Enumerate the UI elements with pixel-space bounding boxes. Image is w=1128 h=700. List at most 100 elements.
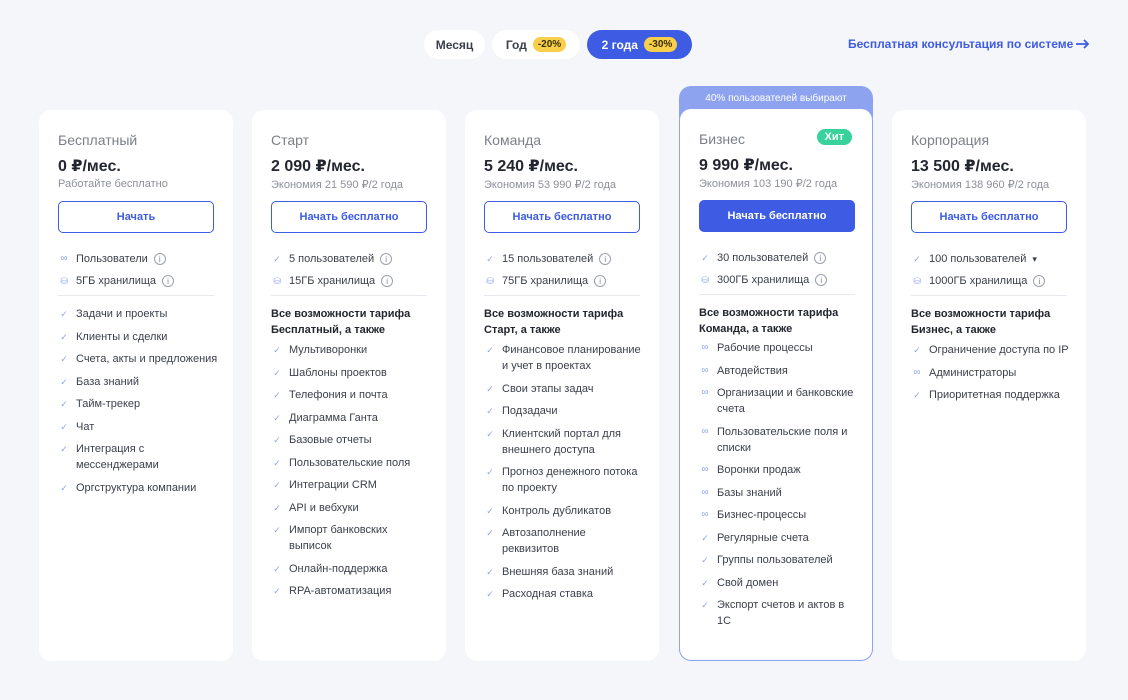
feature-item: ✓ Счета, акты и предложения <box>58 351 218 367</box>
plan-card-free: Бесплатный 0 ₽/мес. Работайте бесплатно Нач… <box>39 110 233 661</box>
start-plan-button[interactable]: Начать бесплатно <box>911 201 1067 233</box>
feature-label: Внешняя база знаний <box>502 565 614 578</box>
check-icon: ✓ <box>60 309 68 319</box>
discount-badge: -30% <box>643 37 678 52</box>
info-icon[interactable]: i <box>594 275 607 287</box>
chevron-down-icon[interactable]: ▾ <box>1032 254 1037 265</box>
check-icon: ✓ <box>913 254 921 264</box>
info-icon[interactable]: i <box>815 274 828 286</box>
info-icon[interactable]: i <box>153 253 166 265</box>
check-icon: ✓ <box>486 383 494 394</box>
check-icon: ✓ <box>486 428 494 439</box>
info-icon[interactable]: i <box>380 253 393 265</box>
plan-price: 2 090 ₽/мес. <box>271 158 365 175</box>
check-icon: ✓ <box>60 444 68 454</box>
infinity-icon: ∞ <box>701 509 709 520</box>
divider <box>911 295 1067 296</box>
feature-label: Пользовательские поля и списки <box>717 425 848 454</box>
plan-price: 13 500 ₽/мес. <box>911 158 1014 175</box>
feature-item: ✓ Мультиворонки <box>271 342 431 358</box>
check-icon: ✓ <box>486 589 494 599</box>
feature-item: ✓ Автозаполнение реквизитов <box>484 525 644 557</box>
feature-item: ✓ Интеграция с мессенджерами <box>58 441 218 473</box>
divider <box>58 295 214 296</box>
feature-label: Ограничение доступа по IP <box>929 344 1069 356</box>
check-icon: ✓ <box>60 376 68 387</box>
plan-limits: ✓ 100 пользователей ▾ ⛁ 1000ГБ хранилища i <box>911 248 1071 292</box>
hit-badge: Хит <box>816 129 852 145</box>
feature-item: ✓ Телефония и почта <box>271 387 431 403</box>
check-icon: ✓ <box>60 331 68 342</box>
infinity-icon: ∞ <box>913 366 921 378</box>
check-icon: ✓ <box>60 421 68 432</box>
feature-item: ✓ Чат <box>58 419 218 435</box>
start-plan-button[interactable]: Начать бесплатно <box>699 200 855 232</box>
check-icon: ✓ <box>273 254 281 264</box>
feature-item: ∞ Рабочие процессы <box>699 340 859 356</box>
infinity-icon: ∞ <box>701 364 709 376</box>
info-icon[interactable]: i <box>162 275 175 287</box>
plan-savings-note: Работайте бесплатно <box>58 178 168 190</box>
start-plan-button[interactable]: Начать <box>58 201 214 233</box>
feature-item: ✓ Финансовое планирование и учет в проект… <box>484 342 644 374</box>
feature-item: ✓ Ограничение доступа по IP <box>911 342 1071 358</box>
period-year-button[interactable]: Год -20% <box>492 30 580 59</box>
plan-price: 0 ₽/мес. <box>58 158 121 175</box>
limit-label: 300ГБ хранилища <box>717 274 810 286</box>
database-icon: ⛁ <box>913 276 921 286</box>
plan-limits: ✓ 15 пользователей i ⛁ 75ГБ хранилища i <box>484 248 644 292</box>
plan-savings-note: Экономия 138 960 ₽/2 года <box>911 179 1050 191</box>
divider <box>699 294 855 295</box>
check-icon: ✓ <box>60 399 68 409</box>
plan-price: 5 240 ₽/мес. <box>484 158 578 175</box>
feature-item: ✓ Пользовательские поля <box>271 455 431 471</box>
arrow-right-icon <box>1076 39 1090 49</box>
feature-label: Группы пользователей <box>717 554 833 566</box>
feature-item: ✓ Импорт банковских выписок <box>271 522 431 554</box>
feature-item: ✓ Подзадачи <box>484 403 644 419</box>
infinity-icon: ∞ <box>701 464 709 475</box>
check-icon: ✓ <box>701 555 709 565</box>
feature-item: ∞ Организации и банковские счета <box>699 385 859 417</box>
feature-item: ∞ Бизнес-процессы <box>699 507 859 523</box>
limit-label: 15ГБ хранилища <box>289 275 376 287</box>
limit-label: 15 пользователей <box>502 253 594 265</box>
feature-label: База знаний <box>76 375 140 388</box>
feature-item: ✓ API и вебхуки <box>271 500 431 516</box>
feature-item: ✓ Группы пользователей <box>699 552 859 568</box>
period-month-button[interactable]: Месяц <box>424 30 485 59</box>
feature-item: ✓ Свой домен <box>699 575 859 591</box>
info-icon[interactable]: i <box>1033 275 1046 287</box>
check-icon: ✓ <box>273 502 281 513</box>
feature-item: ✓ Диаграмма Ганта <box>271 410 431 426</box>
check-icon: ✓ <box>273 435 281 445</box>
infinity-icon: ∞ <box>60 253 68 264</box>
info-icon[interactable]: i <box>599 253 612 265</box>
check-icon: ✓ <box>273 457 281 468</box>
free-consultation-link[interactable]: Бесплатная консультация по системе <box>848 37 1090 51</box>
check-icon: ✓ <box>486 566 494 577</box>
period-two-years-button[interactable]: 2 года -30% <box>587 30 692 59</box>
info-icon[interactable]: i <box>381 275 394 287</box>
limit-item: ✓ 5 пользователей i <box>271 248 431 270</box>
divider <box>271 295 427 296</box>
feature-label: Организации и банковские счета <box>717 387 854 415</box>
feature-label: Онлайн-поддержка <box>289 562 388 575</box>
feature-item: ✓ Онлайн-поддержка <box>271 561 431 577</box>
limit-item: ✓ 30 пользователей i <box>699 247 859 269</box>
feature-list: ✓ Финансовое планирование и учет в проект… <box>484 342 644 609</box>
check-icon: ✓ <box>486 528 494 538</box>
start-plan-button[interactable]: Начать бесплатно <box>271 201 427 233</box>
feature-item: ✓ Тайм-трекер <box>58 396 218 412</box>
feature-label: Счета, акты и предложения <box>76 353 218 365</box>
section-title: Все возможности тарифа Команда, а также <box>699 307 839 335</box>
feature-label: Финансовое планирование и учет в проекта… <box>502 344 641 372</box>
feature-label: Рабочие процессы <box>717 342 813 354</box>
section-title: Все возможности тарифа Бизнес, а также <box>911 308 1051 336</box>
feature-item: ✓ Шаблоны проектов <box>271 365 431 381</box>
feature-label: Оргструктура компании <box>76 481 197 494</box>
start-plan-button[interactable]: Начать бесплатно <box>484 201 640 233</box>
info-icon[interactable]: i <box>814 252 827 264</box>
feature-label: Свой домен <box>717 576 779 589</box>
feature-item: ✓ Свои этапы задач <box>484 381 644 397</box>
